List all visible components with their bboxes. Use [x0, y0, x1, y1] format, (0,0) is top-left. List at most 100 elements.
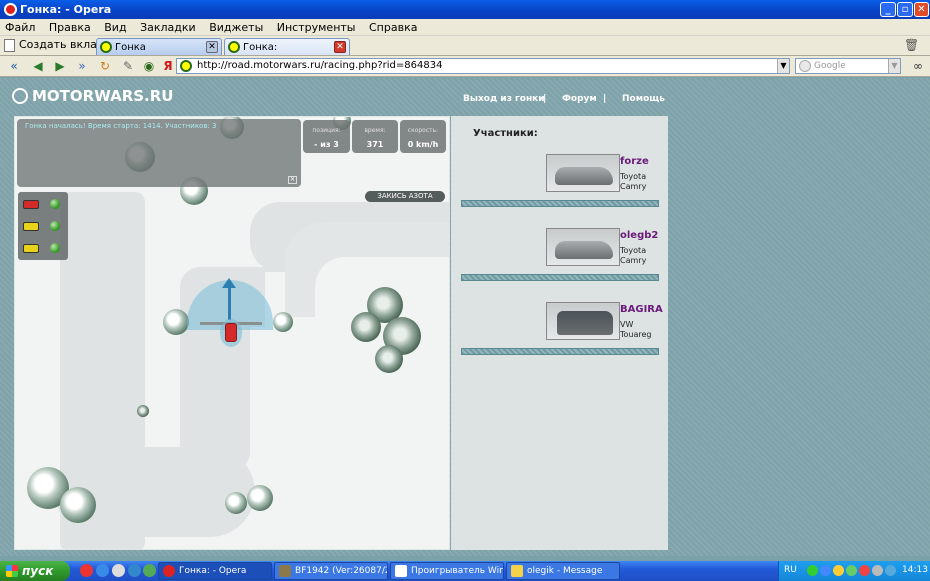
search-field[interactable]: Google ▼: [795, 58, 901, 74]
car-model: Camry: [620, 256, 647, 265]
car-image: [546, 154, 620, 192]
tray-icon[interactable]: [859, 565, 870, 576]
close-window-button[interactable]: ✕: [914, 2, 929, 17]
participant-card: olegb2 Toyota Camry: [451, 228, 668, 288]
nav-forum[interactable]: Форум: [562, 94, 597, 104]
fast-forward-icon[interactable]: »: [74, 58, 90, 74]
participant-name[interactable]: olegb2: [620, 230, 658, 241]
car-model: Touareg: [620, 330, 652, 339]
position-stat: позиция: - из 3: [303, 120, 350, 153]
participant-car: Toyota Camry: [620, 246, 665, 266]
menu-widgets[interactable]: Виджеты: [204, 19, 268, 34]
nav-separator: |: [603, 94, 607, 104]
search-dropdown-icon[interactable]: ▼: [888, 59, 900, 73]
nav-help[interactable]: Помощь: [622, 94, 665, 104]
participant-card: BAGIRA VW Touareg: [451, 302, 668, 362]
window-titlebar: Гонка: - Opera _ ▫ ✕: [0, 0, 930, 19]
car-image: [546, 302, 620, 340]
car-make: Toyota: [620, 246, 647, 255]
media-quicklaunch-icon[interactable]: [112, 564, 125, 577]
site-logo[interactable]: MOTORWARS.RU: [12, 87, 173, 105]
status-dot-icon: [50, 199, 60, 209]
arrow-head-icon: [222, 278, 236, 288]
logo-text: MOTORWARS.RU: [32, 87, 174, 105]
start-label: пуск: [22, 564, 54, 578]
forward-icon[interactable]: ▶: [52, 58, 68, 74]
menu-bar: Файл Правка Вид Закладки Виджеты Инструм…: [0, 19, 930, 36]
edit-icon[interactable]: ✎: [120, 58, 136, 74]
google-icon: [799, 60, 811, 72]
minimize-button[interactable]: _: [880, 2, 896, 17]
status-dot-icon: [50, 221, 60, 231]
site-favicon-icon: [228, 41, 240, 53]
home-icon[interactable]: ◉: [141, 58, 157, 74]
snowy-tree: [137, 405, 149, 417]
menu-edit[interactable]: Правка: [44, 19, 96, 34]
opera-quicklaunch-icon[interactable]: [80, 564, 93, 577]
participant-car: Toyota Camry: [620, 172, 665, 192]
participant-name[interactable]: BAGIRA: [620, 304, 663, 315]
app-quicklaunch-icon[interactable]: [143, 564, 156, 577]
taskbar-button-label: BF1942 (Ver:26087/2...: [295, 566, 387, 576]
message-icon: [511, 565, 523, 577]
taskbar-button-opera[interactable]: Гонка: - Opera: [158, 562, 272, 580]
language-indicator[interactable]: RU: [784, 565, 797, 575]
glasses-icon[interactable]: ∞: [908, 58, 928, 74]
clock[interactable]: 14:13: [902, 565, 928, 575]
menu-view[interactable]: Вид: [99, 19, 131, 34]
site-favicon-icon: [180, 60, 192, 72]
menu-help[interactable]: Справка: [364, 19, 422, 34]
yandex-icon[interactable]: Я: [160, 58, 176, 74]
racer-car-icon: [23, 200, 39, 209]
tray-icon[interactable]: [833, 565, 844, 576]
rewind-icon[interactable]: «: [6, 58, 22, 74]
network-icon[interactable]: [885, 565, 896, 576]
address-field[interactable]: http://road.motorwars.ru/racing.php?rid=…: [176, 58, 790, 74]
trash-icon[interactable]: 🗑: [904, 38, 919, 53]
menu-tools[interactable]: Инструменты: [272, 19, 361, 34]
back-icon[interactable]: ◀: [30, 58, 46, 74]
tray-icon[interactable]: [820, 565, 831, 576]
stat-label: позиция:: [312, 127, 341, 134]
taskbar: пуск Гонка: - Opera BF1942 (Ver:26087/2.…: [0, 561, 930, 581]
snowy-tree: [225, 492, 247, 514]
navigation-bar: « ◀ ▶ » ↻ ✎ ◉ Я http://road.motorwars.ru…: [0, 56, 930, 77]
race-track[interactable]: Гонка началась! Время старта: 1414. Учас…: [14, 116, 450, 550]
taskbar-button-media-player[interactable]: Проигрыватель Win...: [390, 562, 504, 580]
nav-separator: |: [543, 94, 547, 104]
address-dropdown-icon[interactable]: ▼: [777, 59, 789, 73]
maximize-button[interactable]: ▫: [897, 2, 913, 17]
media-player-icon: [395, 565, 407, 577]
reload-icon[interactable]: ↻: [97, 58, 113, 74]
desktop-quicklaunch-icon[interactable]: [128, 564, 141, 577]
menu-bookmarks[interactable]: Закладки: [135, 19, 201, 34]
volume-icon[interactable]: [872, 565, 883, 576]
close-tab-icon[interactable]: ✕: [206, 41, 218, 53]
taskbar-button-message[interactable]: olegik - Message: [506, 562, 620, 580]
game-icon: [279, 565, 291, 577]
time-stat: время: 371: [352, 120, 398, 153]
stat-value: 0 km/h: [407, 140, 439, 149]
nitro-button[interactable]: ЗАКИСЬ АЗОТА: [365, 191, 445, 202]
start-button[interactable]: пуск: [0, 561, 70, 581]
taskbar-button-bf1942[interactable]: BF1942 (Ver:26087/2...: [274, 562, 388, 580]
progress-bar: [461, 348, 659, 355]
site-favicon-icon: [100, 41, 112, 53]
nav-exit-race[interactable]: Выход из гонки: [463, 94, 545, 104]
player-car-icon: [225, 323, 237, 342]
tray-icon[interactable]: [807, 565, 818, 576]
tray-icon[interactable]: [846, 565, 857, 576]
participant-name[interactable]: forze: [620, 156, 649, 167]
taskbar-button-label: Проигрыватель Win...: [411, 566, 504, 576]
car-body-icon: [555, 167, 613, 185]
menu-file[interactable]: Файл: [0, 19, 40, 34]
tab-race-2[interactable]: Гонка: ✕: [224, 38, 350, 55]
stat-label: скорость:: [407, 127, 439, 134]
tab-race-1[interactable]: Гонка ✕: [96, 38, 222, 55]
participants-panel: Участники: forze Toyota Camry olegb2 Toyo…: [451, 116, 668, 550]
close-tab-icon[interactable]: ✕: [334, 41, 346, 53]
car-image: [546, 228, 620, 266]
progress-bar: [461, 274, 659, 281]
ie-quicklaunch-icon[interactable]: [96, 564, 109, 577]
close-panel-icon[interactable]: ✕: [288, 176, 297, 184]
